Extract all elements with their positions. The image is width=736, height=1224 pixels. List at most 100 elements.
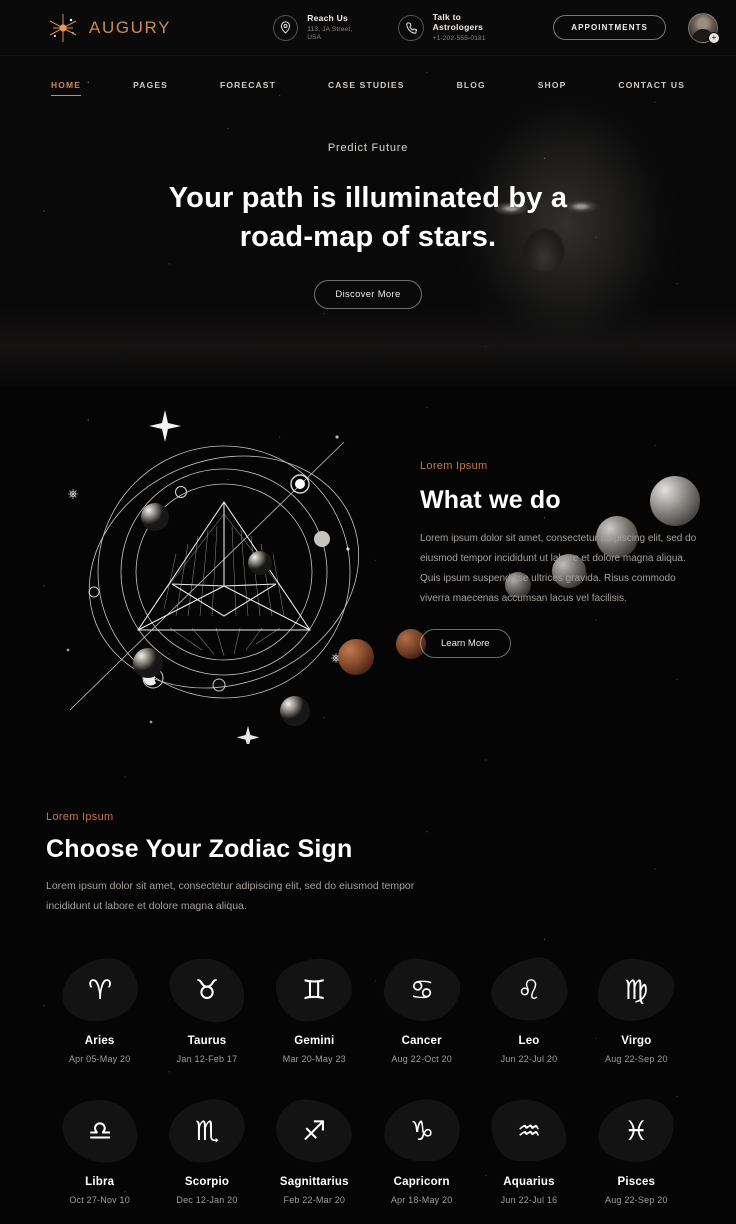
talk-phone: +1-202-555-0181 (432, 35, 486, 43)
brand-logo[interactable]: AUGURY (46, 11, 171, 45)
nav-item-forecast[interactable]: FORECAST (194, 76, 302, 94)
zodiac-dates: Aug 22-Sep 20 (605, 1194, 668, 1205)
zodiac-section: Lorem Ipsum Choose Your Zodiac Sign Lore… (0, 811, 736, 1224)
zodiac-name: Virgo (621, 1034, 652, 1047)
aquarius-glyph-icon: ♒ (516, 1115, 542, 1147)
zodiac-card-scorpio[interactable]: ♏ Scorpio Dec 12-Jan 20 (153, 1096, 260, 1205)
contact-group: Reach Us 113, JA Street, USA Talk to Ast… (273, 12, 511, 43)
aries-glyph-icon: ♈ (87, 974, 112, 1006)
zodiac-card-libra[interactable]: ♎ Libra Oct 27-Nov 10 (46, 1095, 153, 1205)
zodiac-dates: Aug 22-Sep 20 (605, 1053, 668, 1064)
hero-mist-overlay (0, 306, 736, 386)
zodiac-card-virgo[interactable]: ♍ Virgo Aug 22-Sep 20 (583, 956, 690, 1064)
zodiac-blob-background: ♒ (487, 1096, 571, 1166)
planet-mars-large (338, 639, 374, 675)
taurus-glyph-icon: ♉ (194, 974, 220, 1006)
zodiac-blob-background: ♍ (596, 956, 677, 1024)
avatar[interactable]: + (688, 12, 720, 44)
user-add-icon: + (708, 31, 720, 44)
leo-glyph-icon: ♌ (516, 974, 542, 1006)
zodiac-card-aries[interactable]: ♈ Aries Apr 05-May 20 (46, 955, 153, 1064)
zodiac-dates: Apr 05-May 20 (68, 1053, 131, 1064)
zodiac-card-pisces[interactable]: ♓ Pisces Aug 22-Sep 20 (583, 1097, 690, 1205)
astrology-landing-page: AUGURY Reach Us 113, JA Street, USA Talk… (0, 0, 736, 1224)
reach-us-address: 113, JA Street, USA (307, 25, 353, 41)
map-pin-icon (273, 14, 299, 41)
zodiac-name: Pisces (617, 1175, 656, 1188)
nav-item-blog[interactable]: BLOG (431, 76, 512, 94)
zodiac-name: Aries (84, 1034, 115, 1047)
zodiac-blob-background: ♋ (381, 955, 463, 1025)
main-navigation: HOME PAGES FORECAST CASE STUDIES BLOG SH… (0, 56, 736, 96)
sacred-geometry-illustration (52, 404, 402, 749)
zodiac-dates: Mar 20-May 23 (282, 1053, 346, 1064)
nav-item-pages[interactable]: PAGES (107, 76, 194, 94)
reach-us-title: Reach Us (307, 13, 348, 24)
zodiac-name: Scorpio (184, 1175, 230, 1188)
pisces-glyph-icon: ♓ (624, 1115, 649, 1147)
zodiac-heading: Choose Your Zodiac Sign (46, 835, 353, 863)
hero-kicker: Predict Future (327, 142, 409, 154)
zodiac-grid: ♈ Aries Apr 05-May 20 ♉ Taurus Jan 12-Feb 17 ♊… (46, 953, 690, 1205)
starburst-icon (46, 11, 80, 45)
zodiac-dates: Jun 22-Jul 16 (500, 1194, 558, 1205)
zodiac-blob-background: ♐ (274, 1097, 354, 1164)
zodiac-blob-background: ♉ (165, 953, 249, 1026)
zodiac-card-cancer[interactable]: ♋ Cancer Aug 22-Oct 20 (368, 955, 475, 1064)
nav-item-case-studies[interactable]: CASE STUDIES (302, 76, 431, 94)
zodiac-description: Lorem ipsum dolor sit amet, consectetur … (46, 880, 415, 913)
zodiac-card-aquarius[interactable]: ♒ Aquarius Jun 22-Jul 16 (475, 1096, 582, 1205)
brand-name: AUGURY (89, 17, 172, 37)
zodiac-name: Leo (518, 1034, 540, 1047)
cancer-glyph-icon: ♋ (409, 974, 434, 1006)
zodiac-card-sagnittarius[interactable]: ♐ Sagnittarius Feb 22-Mar 20 (261, 1097, 368, 1205)
zodiac-blob-background: ♈ (58, 955, 141, 1025)
nav-item-shop[interactable]: SHOP (512, 76, 593, 94)
zodiac-blob-background: ♓ (596, 1097, 677, 1165)
zodiac-dates: Dec 12-Jan 20 (176, 1194, 238, 1205)
libra-glyph-icon: ♎ (87, 1115, 112, 1147)
zodiac-name: Sagnittarius (279, 1175, 349, 1188)
zodiac-name: Cancer (401, 1034, 442, 1047)
hero-content: Predict Future Your path is illuminated … (0, 142, 736, 310)
learn-more-button[interactable]: Learn More (420, 629, 511, 658)
about-section: Lorem Ipsum What we do Lorem ipsum dolor… (0, 386, 736, 811)
nav-item-contact-us[interactable]: CONTACT US (592, 76, 711, 94)
appointments-button[interactable]: APPOINTMENTS (553, 15, 666, 40)
zodiac-blob-background: ♑ (380, 1095, 464, 1167)
zodiac-dates: Jan 12-Feb 17 (176, 1053, 238, 1064)
zodiac-dates: Oct 27-Nov 10 (69, 1194, 130, 1205)
talk-title: Talk to Astrologers (432, 11, 484, 33)
hero-title-line-1: Your path is illuminated by a (168, 182, 568, 214)
zodiac-card-capricorn[interactable]: ♑ Capricorn Apr 18-May 20 (368, 1095, 475, 1205)
phone-icon (398, 14, 424, 41)
scorpio-glyph-icon: ♏ (194, 1115, 220, 1147)
about-copy: Lorem Ipsum What we do Lorem ipsum dolor… (420, 460, 700, 658)
zodiac-dates: Feb 22-Mar 20 (283, 1194, 346, 1205)
hero-section: HOME PAGES FORECAST CASE STUDIES BLOG SH… (0, 56, 736, 386)
zodiac-dates: Apr 18-May 20 (390, 1194, 453, 1205)
zodiac-dates: Jun 22-Jul 20 (500, 1053, 558, 1064)
zodiac-eyebrow: Lorem Ipsum (46, 811, 114, 823)
zodiac-card-gemini[interactable]: ♊ Gemini Mar 20-May 23 (261, 956, 368, 1064)
zodiac-name: Taurus (187, 1034, 227, 1047)
zodiac-blob-background: ♌ (486, 953, 572, 1027)
zodiac-name: Aquarius (503, 1175, 555, 1188)
zodiac-blob-background: ♎ (58, 1095, 142, 1167)
zodiac-blob-background: ♊ (274, 956, 354, 1023)
about-paragraph: Lorem ipsum dolor sit amet, consectetur … (420, 533, 697, 604)
discover-more-button[interactable]: Discover More (314, 280, 422, 310)
about-eyebrow: Lorem Ipsum (420, 460, 488, 472)
reach-us-block[interactable]: Reach Us 113, JA Street, USA (273, 13, 366, 42)
nav-item-home[interactable]: HOME (25, 76, 107, 96)
zodiac-card-leo[interactable]: ♌ Leo Jun 22-Jul 20 (475, 953, 582, 1064)
zodiac-name: Capricorn (393, 1175, 450, 1188)
gemini-glyph-icon: ♊ (302, 974, 327, 1006)
zodiac-card-taurus[interactable]: ♉ Taurus Jan 12-Feb 17 (153, 953, 260, 1064)
sagnittarius-glyph-icon: ♐ (302, 1115, 327, 1147)
zodiac-blob-background: ♏ (166, 1096, 248, 1166)
capricorn-glyph-icon: ♑ (409, 1115, 434, 1147)
top-bar: AUGURY Reach Us 113, JA Street, USA Talk… (0, 0, 736, 56)
virgo-glyph-icon: ♍ (624, 974, 649, 1006)
talk-to-astrologers-block[interactable]: Talk to Astrologers +1-202-555-0181 (398, 12, 511, 43)
